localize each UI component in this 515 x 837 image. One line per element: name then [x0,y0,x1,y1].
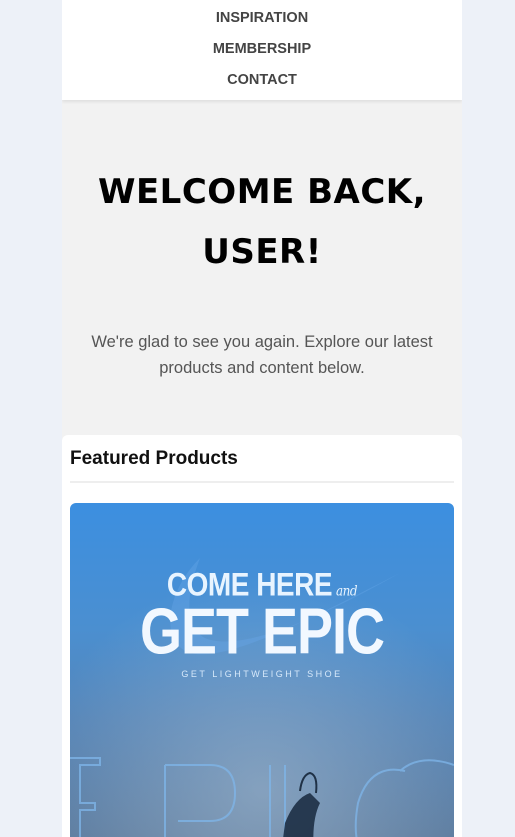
nav-item-inspiration[interactable]: INSPIRATION [62,8,462,39]
product-card-image[interactable]: COME HERE and GET EPIC GET LIGHTWEIGHT SH… [70,503,454,837]
nav-item-contact[interactable]: CONTACT [62,70,462,101]
poster-headline: GET EPIC [139,596,385,668]
welcome-hero: WELCOME BACK, USER! We're glad to see yo… [62,100,462,435]
nav-item-membership[interactable]: MEMBERSHIP [62,39,462,70]
featured-products-section: Featured Products COME HERE and GET EPIC… [62,435,462,837]
main-nav: INSPIRATION MEMBERSHIP CONTACT [62,0,462,100]
welcome-title: WELCOME BACK, USER! [97,172,427,272]
poster-tagline: GET LIGHTWEIGHT SHOE [181,669,343,679]
welcome-subtitle: We're glad to see you again. Explore our… [91,333,433,377]
page-container: INSPIRATION MEMBERSHIP CONTACT WELCOME B… [62,0,462,837]
featured-products-heading: Featured Products [70,447,454,483]
